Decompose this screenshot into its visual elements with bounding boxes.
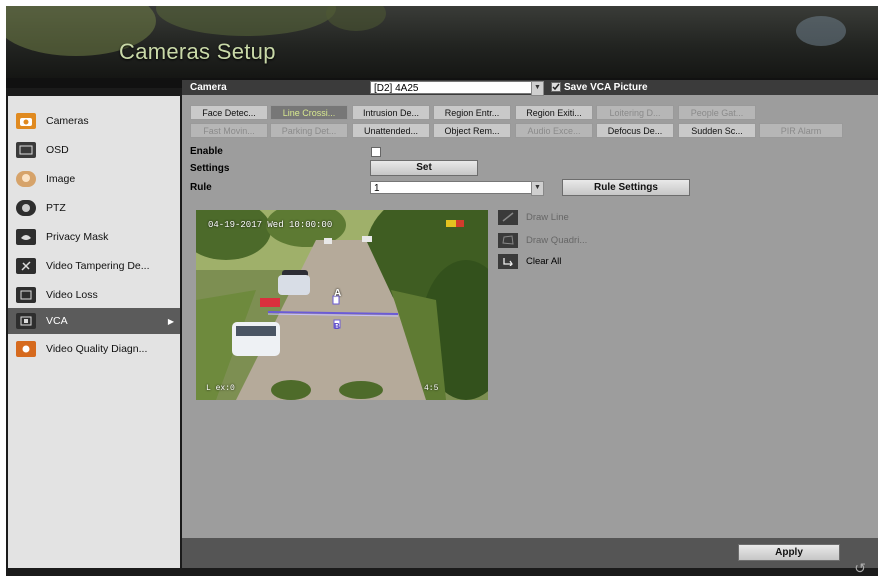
video-corner-left: L ex:0 — [206, 384, 235, 393]
street-scene-image — [196, 210, 488, 400]
sidebar-item-video-quality[interactable]: Video Quality Diagn... — [8, 336, 180, 362]
chevron-down-icon[interactable]: ▼ — [531, 81, 544, 96]
tab-fast-moving[interactable]: Fast Movin... — [190, 123, 268, 138]
sidebar-item-label: Video Loss — [46, 289, 98, 301]
chevron-down-icon[interactable]: ▼ — [531, 181, 544, 196]
sidebar-item-cameras[interactable]: Cameras — [8, 108, 180, 134]
enable-checkbox[interactable] — [371, 147, 381, 157]
camera-label: Camera — [190, 82, 227, 93]
clear-all-button[interactable]: Clear All — [498, 252, 638, 270]
image-icon — [16, 171, 36, 187]
tab-defocus-detection[interactable]: Defocus De... — [596, 123, 674, 138]
page-title: Cameras Setup — [119, 39, 276, 64]
action-bar: Apply — [182, 538, 878, 568]
tab-intrusion-detection[interactable]: Intrusion De... — [352, 105, 430, 120]
sidebar-item-video-loss[interactable]: Video Loss — [8, 282, 180, 308]
apply-button[interactable]: Apply — [738, 544, 840, 561]
rule-select-value: 1 — [374, 183, 380, 194]
privacy-mask-icon — [16, 229, 36, 245]
video-tampering-icon — [16, 258, 36, 274]
sidebar-item-label: Video Quality Diagn... — [46, 343, 148, 355]
sidebar-item-ptz[interactable]: PTZ — [8, 195, 180, 221]
sidebar-item-video-tampering[interactable]: Video Tampering De... — [8, 253, 180, 279]
back-icon[interactable]: ↺ — [854, 560, 866, 576]
set-button[interactable]: Set — [370, 160, 478, 176]
sidebar-item-image[interactable]: Image — [8, 166, 180, 192]
video-corner-right: 4:5 — [424, 384, 439, 393]
sidebar-item-label: Image — [46, 173, 76, 185]
camera-icon — [16, 113, 36, 129]
chevron-right-icon: ▶ — [167, 316, 174, 326]
camera-select-value: [D2] 4A25 — [374, 83, 419, 94]
draw-line-button[interactable]: Draw Line — [498, 208, 638, 226]
video-loss-icon — [16, 287, 36, 303]
clear-all-icon — [498, 253, 518, 269]
save-vca-picture-checkbox[interactable]: Save VCA Picture — [551, 82, 648, 93]
footer-bar: ↺ — [6, 560, 878, 576]
clear-all-label: Clear All — [526, 255, 562, 267]
video-quality-icon — [16, 341, 36, 357]
draw-line-icon — [498, 209, 518, 225]
sidebar-item-label: Video Tampering De... — [46, 260, 150, 272]
sidebar-item-label: PTZ — [46, 202, 66, 214]
vca-icon — [16, 313, 36, 329]
line-endpoint-b: B — [334, 322, 340, 331]
rule-label: Rule — [190, 182, 212, 193]
tab-region-exiting[interactable]: Region Exiti... — [515, 105, 593, 120]
main-panel: Camera [D2] 4A25 ▼ Save VCA Picture Face… — [182, 80, 878, 572]
sidebar-item-label: VCA — [46, 315, 68, 327]
video-timestamp: 04-19-2017 Wed 10:00:00 — [208, 220, 333, 230]
header-banner: Cameras Setup — [6, 6, 878, 78]
tab-sudden-scene-change[interactable]: Sudden Sc... — [678, 123, 756, 138]
ptz-icon — [16, 200, 36, 216]
sidebar-item-osd[interactable]: OSD — [8, 137, 180, 163]
draw-line-label: Draw Line — [526, 211, 569, 223]
sidebar-item-label: Privacy Mask — [46, 231, 109, 243]
tab-region-entrance[interactable]: Region Entr... — [433, 105, 511, 120]
tab-pir-alarm[interactable]: PIR Alarm — [759, 123, 843, 138]
enable-label: Enable — [190, 146, 223, 157]
line-endpoint-a: A — [334, 288, 342, 299]
tab-loitering-detection[interactable]: Loitering D... — [596, 105, 674, 120]
app-window: Cameras Setup Cameras OSD Image PTZ Priv… — [6, 6, 878, 576]
tab-people-gathering[interactable]: People Gat... — [678, 105, 756, 120]
draw-quadrilateral-label: Draw Quadri... — [526, 234, 588, 246]
sidebar-item-privacy-mask[interactable]: Privacy Mask — [8, 224, 180, 250]
camera-select[interactable]: [D2] 4A25 ▼ — [370, 81, 544, 96]
tab-unattended-baggage[interactable]: Unattended... — [352, 123, 430, 138]
tab-object-removal[interactable]: Object Rem... — [433, 123, 511, 138]
camera-row: Camera [D2] 4A25 ▼ Save VCA Picture — [182, 80, 878, 96]
sidebar-item-label: OSD — [46, 144, 69, 156]
settings-label: Settings — [190, 163, 230, 174]
tab-audio-exception[interactable]: Audio Exce... — [515, 123, 593, 138]
sidebar-item-label: Cameras — [46, 115, 89, 127]
draw-quadrilateral-icon — [498, 232, 518, 248]
save-vca-label: Save VCA Picture — [564, 82, 648, 93]
tab-face-detection[interactable]: Face Detec... — [190, 105, 268, 120]
sidebar-item-vca[interactable]: VCA ▶ — [8, 308, 180, 334]
rule-settings-button[interactable]: Rule Settings — [562, 179, 690, 196]
camera-preview[interactable]: 04-19-2017 Wed 10:00:00 A B L ex:0 4:5 — [196, 210, 488, 400]
checkbox-checked-icon[interactable] — [551, 82, 561, 93]
tab-line-crossing[interactable]: Line Crossi... — [270, 105, 348, 120]
draw-quadrilateral-button[interactable]: Draw Quadri... — [498, 231, 638, 249]
osd-icon — [16, 142, 36, 158]
tab-parking-detection[interactable]: Parking Det... — [270, 123, 348, 138]
sidebar: Cameras OSD Image PTZ Privacy Mask Video… — [8, 96, 180, 568]
rule-select[interactable]: 1 ▼ — [370, 181, 544, 196]
